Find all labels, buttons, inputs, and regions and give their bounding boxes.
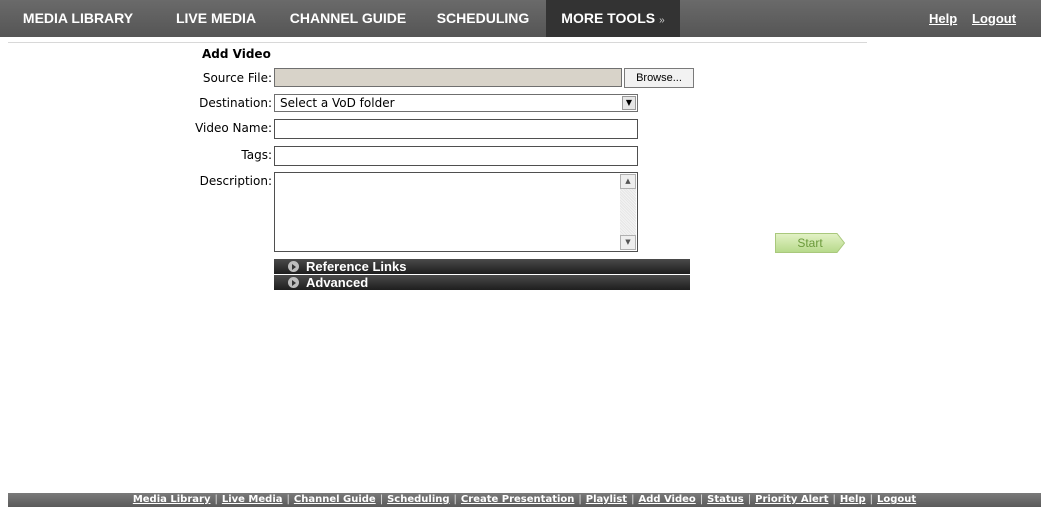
separator: | [832,494,836,505]
video-name-input[interactable] [274,119,638,139]
scrollbar[interactable]: ▲ ▼ [620,174,636,250]
separator: | [453,494,457,505]
description-label: Description: [199,174,272,188]
footer-link-media-library[interactable]: Media Library [133,494,211,505]
separator: | [747,494,752,505]
tab-live-media[interactable]: LIVE MEDIA [156,0,276,37]
destination-label: Destination: [199,96,272,110]
video-name-label: Video Name: [195,121,272,135]
start-button-label: Start [797,236,823,250]
reference-links-toggle[interactable]: Reference Links [274,259,690,274]
footer-link-channel-guide[interactable]: Channel Guide [294,494,376,505]
separator: | [631,494,635,505]
tab-more-tools-label: MORE TOOLS [561,10,656,26]
top-nav: MEDIA LIBRARY LIVE MEDIA CHANNEL GUIDE S… [0,0,1041,37]
source-file-label: Source File: [202,71,272,85]
scroll-up-icon[interactable]: ▲ [620,174,636,189]
separator: | [286,494,290,505]
tab-more-tools[interactable]: MORE TOOLS» [546,0,680,37]
tab-media-library[interactable]: MEDIA LIBRARY [0,0,156,37]
footer-link-create-presentation[interactable]: Create Presentation [461,494,574,505]
footer-link-scheduling[interactable]: Scheduling [387,494,449,505]
expand-arrow-icon [288,261,299,272]
tab-channel-guide[interactable]: CHANNEL GUIDE [276,0,420,37]
advanced-toggle[interactable]: Advanced [274,275,690,290]
expand-arrow-icon [288,277,299,288]
destination-select[interactable]: Select a VoD folder ▼ [274,94,638,112]
separator: | [869,494,873,505]
divider [8,42,867,43]
footer-link-priority-alert[interactable]: Priority Alert [755,494,828,505]
advanced-label: Advanced [306,275,369,290]
browse-button[interactable]: Browse... [624,68,694,88]
start-button[interactable]: Start [775,233,846,253]
separator: | [699,494,704,505]
separator: | [578,494,582,505]
tags-input[interactable] [274,146,638,166]
footer-link-live-media[interactable]: Live Media [222,494,283,505]
footer-link-logout[interactable]: Logout [877,494,916,505]
reference-links-label: Reference Links [306,259,407,274]
separator: | [214,494,218,505]
footer-link-help[interactable]: Help [840,494,866,505]
chevron-down-icon: » [659,15,665,26]
footer-link-status[interactable]: Status [707,494,744,505]
source-file-field[interactable] [274,68,622,87]
help-link[interactable]: Help [929,0,957,37]
footer-link-playlist[interactable]: Playlist [586,494,627,505]
tab-scheduling[interactable]: SCHEDULING [420,0,546,37]
tags-label: Tags: [241,148,272,162]
footer-link-add-video[interactable]: Add Video [638,494,695,505]
destination-value: Select a VoD folder [280,96,395,110]
footer-nav: Media Library | Live Media | Channel Guide | S… [8,493,1041,507]
scroll-down-icon[interactable]: ▼ [620,235,636,250]
description-textarea[interactable]: ▲ ▼ [274,172,638,252]
logout-link[interactable]: Logout [972,0,1016,37]
separator: | [379,494,384,505]
dropdown-arrow-icon[interactable]: ▼ [622,96,636,110]
form-title: Add Video [202,47,271,61]
